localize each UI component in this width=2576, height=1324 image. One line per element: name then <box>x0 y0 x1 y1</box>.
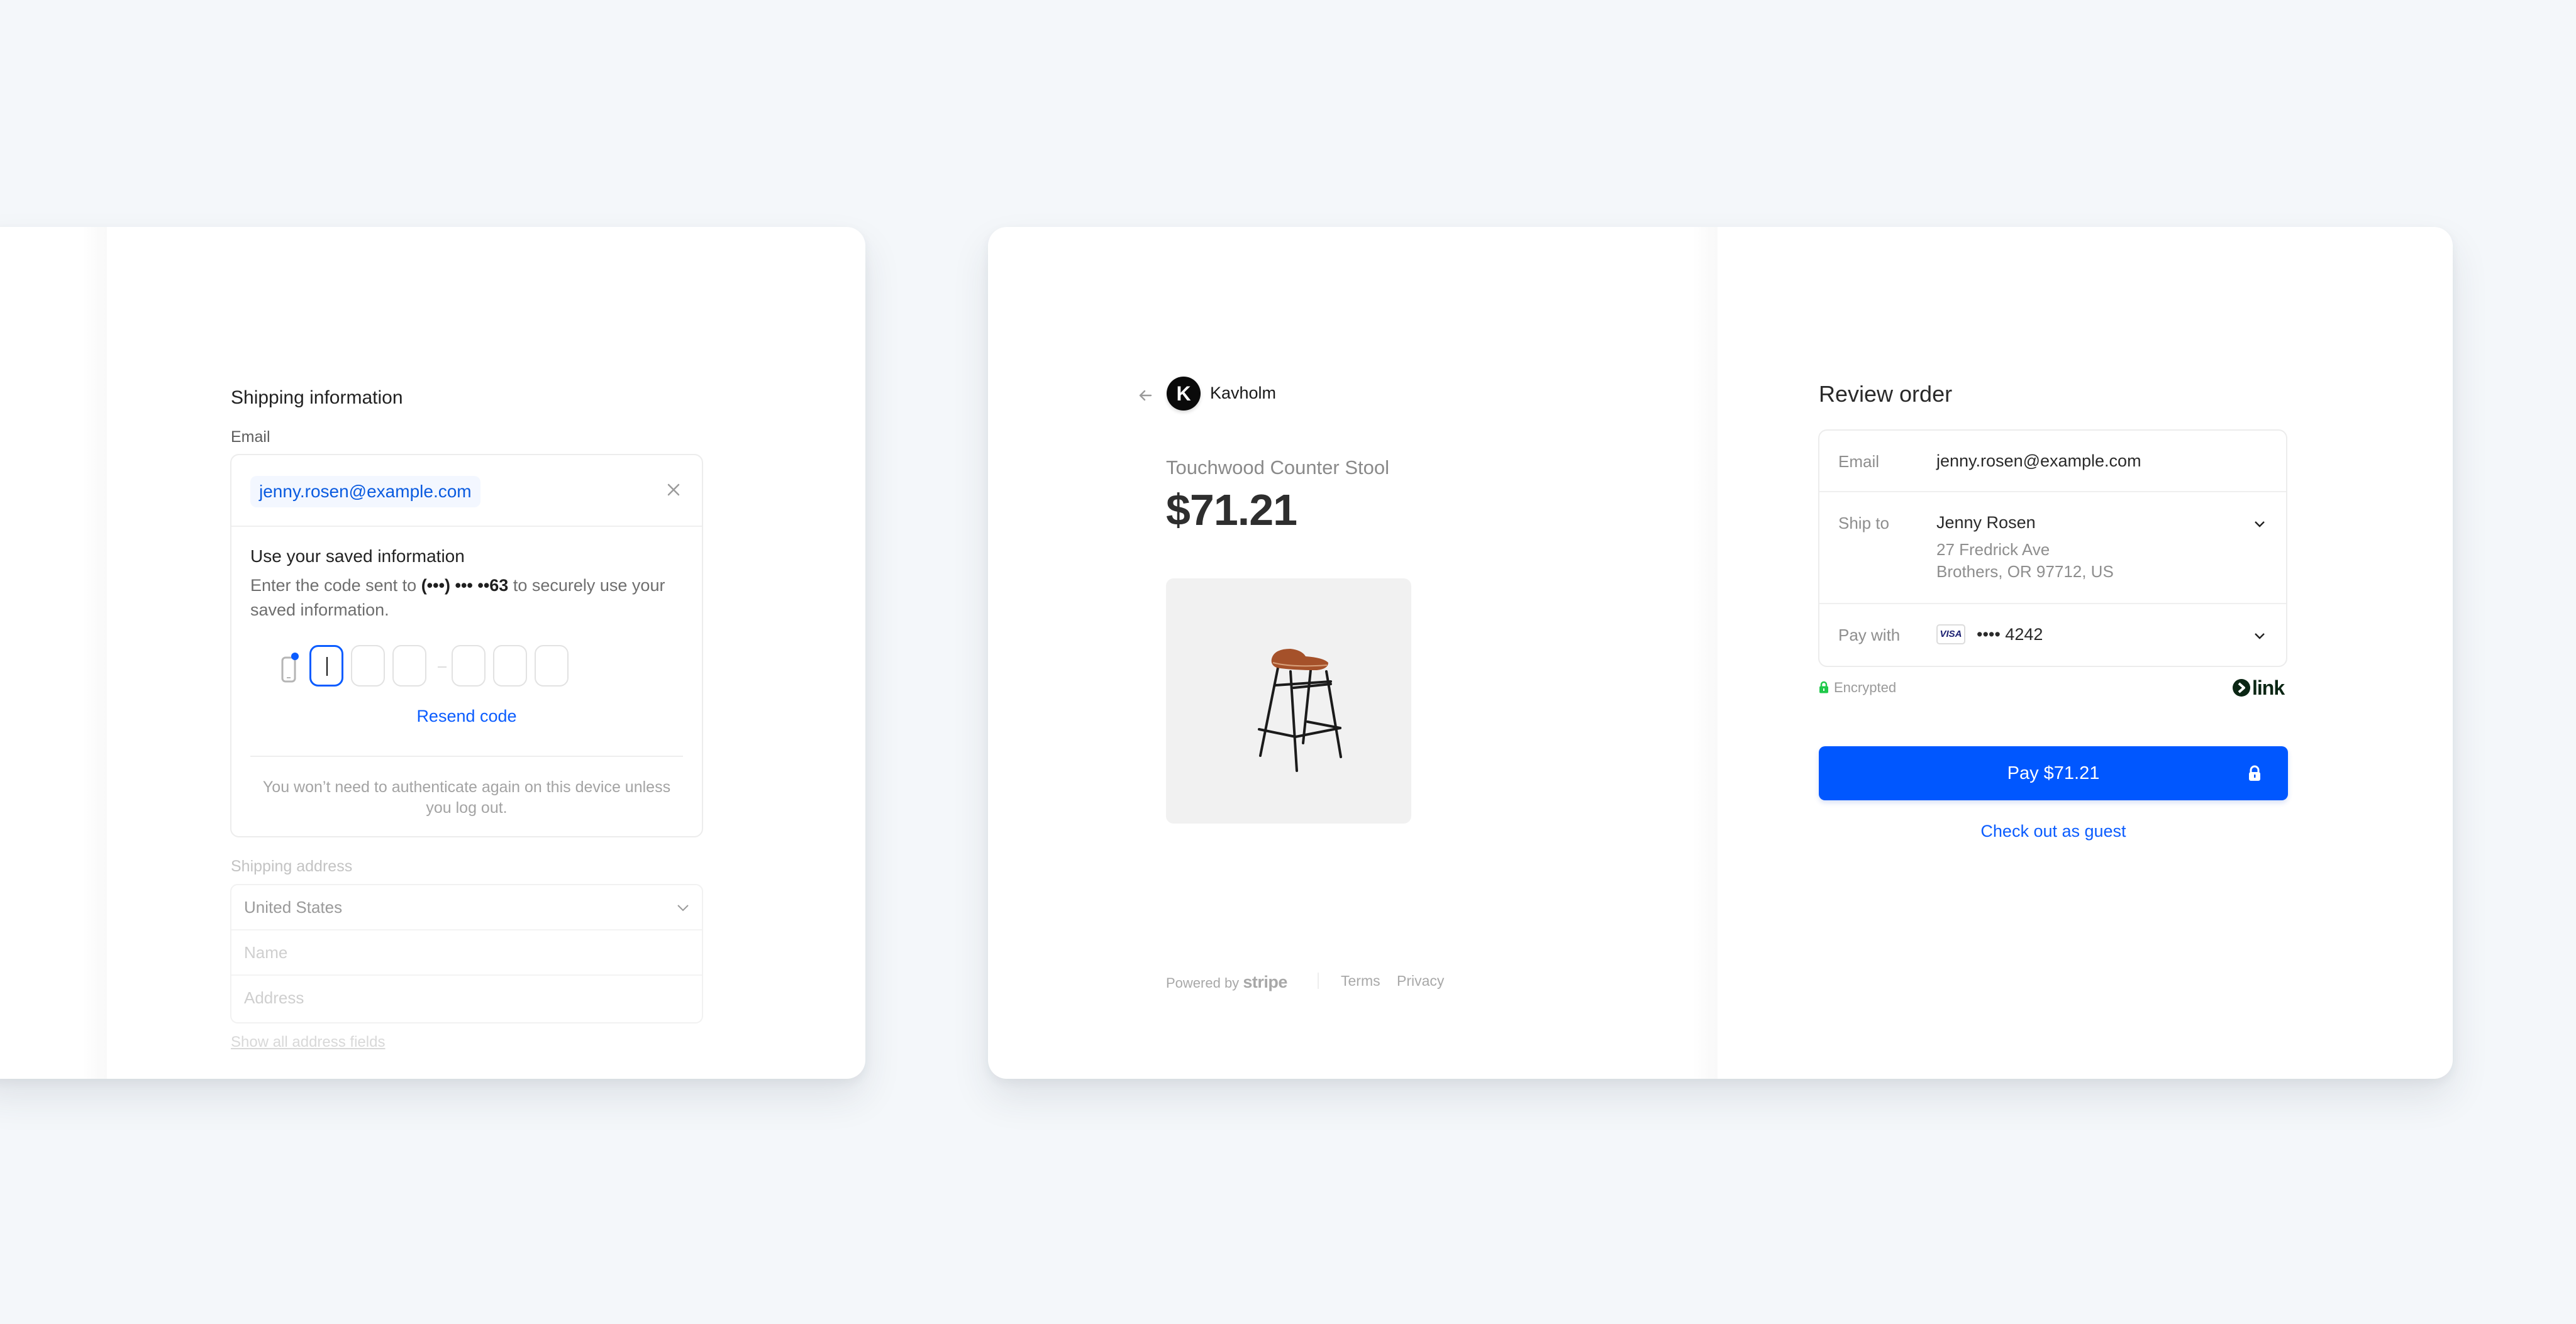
product-image <box>1166 578 1411 824</box>
name-placeholder: Name <box>244 943 288 962</box>
visa-icon: VISA <box>1936 624 1965 644</box>
shipping-address-label: Shipping address <box>231 858 353 875</box>
otp-digit-3[interactable] <box>392 645 426 687</box>
stool-image <box>1258 649 1342 772</box>
address-placeholder: Address <box>244 988 304 1007</box>
review-email-row: Email jenny.rosen@example.com <box>1819 431 2286 492</box>
stripe-logo: stripe <box>1243 973 1287 991</box>
chevron-down-icon <box>677 905 689 912</box>
saved-info-title: Use your saved information <box>250 546 465 566</box>
otp-digit-6[interactable] <box>535 645 569 687</box>
review-order-heading: Review order <box>1819 381 1953 407</box>
lock-icon <box>1819 681 1828 693</box>
auth-note: You won’t need to authenticate again on … <box>262 778 671 817</box>
shipping-info-panel: Shipping information Email jenny.rosen@e… <box>0 227 865 1079</box>
close-icon[interactable] <box>664 480 683 499</box>
text-caret <box>326 657 328 676</box>
otp-digit-2[interactable] <box>351 645 385 687</box>
link-chevron-icon <box>2233 679 2250 697</box>
merchant-logo: K <box>1167 377 1201 411</box>
footer-divider <box>1318 973 1319 989</box>
country-select[interactable]: United States <box>231 885 702 930</box>
lock-icon <box>2249 765 2260 781</box>
ship-to-label: Ship to <box>1838 514 1889 532</box>
name-input[interactable]: Name <box>231 930 702 976</box>
card-masked-number: •••• 4242 <box>1977 625 2043 644</box>
ship-to-row[interactable]: Ship to Jenny Rosen 27 Fredrick Ave Brot… <box>1819 492 2286 604</box>
chevron-down-icon[interactable] <box>2252 516 2267 531</box>
pay-with-row[interactable]: Pay with VISA •••• 4242 <box>1819 604 2286 667</box>
resend-code-link[interactable]: Resend code <box>231 707 702 726</box>
divider <box>250 756 683 757</box>
ship-address-line1: 27 Fredrick Ave <box>1936 540 2050 559</box>
email-field[interactable]: jenny.rosen@example.com <box>231 455 702 527</box>
phone-icon <box>281 653 299 683</box>
back-arrow-icon[interactable] <box>1137 387 1153 404</box>
masked-phone: (•••) ••• ••63 <box>421 576 509 595</box>
shipping-information-heading: Shipping information <box>231 387 403 408</box>
product-name: Touchwood Counter Stool <box>1166 456 1390 478</box>
email-label: Email <box>1838 452 1880 471</box>
powered-by-stripe[interactable]: Powered by stripe <box>1166 973 1287 992</box>
ship-name: Jenny Rosen <box>1936 513 2036 532</box>
privacy-link[interactable]: Privacy <box>1397 973 1444 990</box>
otp-digit-1[interactable] <box>309 645 343 687</box>
address-input[interactable]: Address <box>231 976 702 1021</box>
link-logo: link <box>2232 676 2285 700</box>
email-value: jenny.rosen@example.com <box>1936 451 2141 470</box>
pay-button-label: Pay $71.21 <box>2007 763 2100 783</box>
email-chip[interactable]: jenny.rosen@example.com <box>250 476 480 507</box>
email-label: Email <box>231 428 270 446</box>
pay-with-label: Pay with <box>1838 626 1901 644</box>
show-all-address-fields-link[interactable]: Show all address fields <box>231 1034 385 1051</box>
desc-text: Enter the code sent to <box>250 576 421 595</box>
shipping-address-fields: United States Name Address <box>230 884 703 1023</box>
terms-link[interactable]: Terms <box>1341 973 1380 990</box>
link-brand-text: link <box>2252 676 2285 699</box>
pay-button[interactable]: Pay $71.21 <box>1819 746 2288 800</box>
product-price: $71.21 <box>1166 485 1297 534</box>
powered-by-text: Powered by <box>1166 975 1240 991</box>
encrypted-indicator: Encrypted <box>1819 680 1896 696</box>
encrypted-label: Encrypted <box>1834 680 1897 695</box>
ship-address-line2: Brothers, OR 97712, US <box>1936 562 2114 581</box>
panel-divider <box>82 227 107 1079</box>
chevron-down-icon[interactable] <box>2252 628 2267 643</box>
otp-separator <box>438 666 447 668</box>
review-order-box: Email jenny.rosen@example.com Ship to Je… <box>1818 429 2287 667</box>
checkout-panel: K Kavholm Touchwood Counter Stool $71.21… <box>988 227 2453 1079</box>
panel-divider <box>1692 227 1718 1079</box>
check-out-as-guest-link[interactable]: Check out as guest <box>1819 822 2288 841</box>
merchant-name: Kavholm <box>1210 383 1277 402</box>
email-auth-box: jenny.rosen@example.com Use your saved i… <box>230 454 703 837</box>
saved-info-description: Enter the code sent to (•••) ••• ••63 to… <box>250 573 684 622</box>
country-value: United States <box>244 898 343 917</box>
otp-digit-5[interactable] <box>493 645 527 687</box>
otp-digit-4[interactable] <box>452 645 486 687</box>
